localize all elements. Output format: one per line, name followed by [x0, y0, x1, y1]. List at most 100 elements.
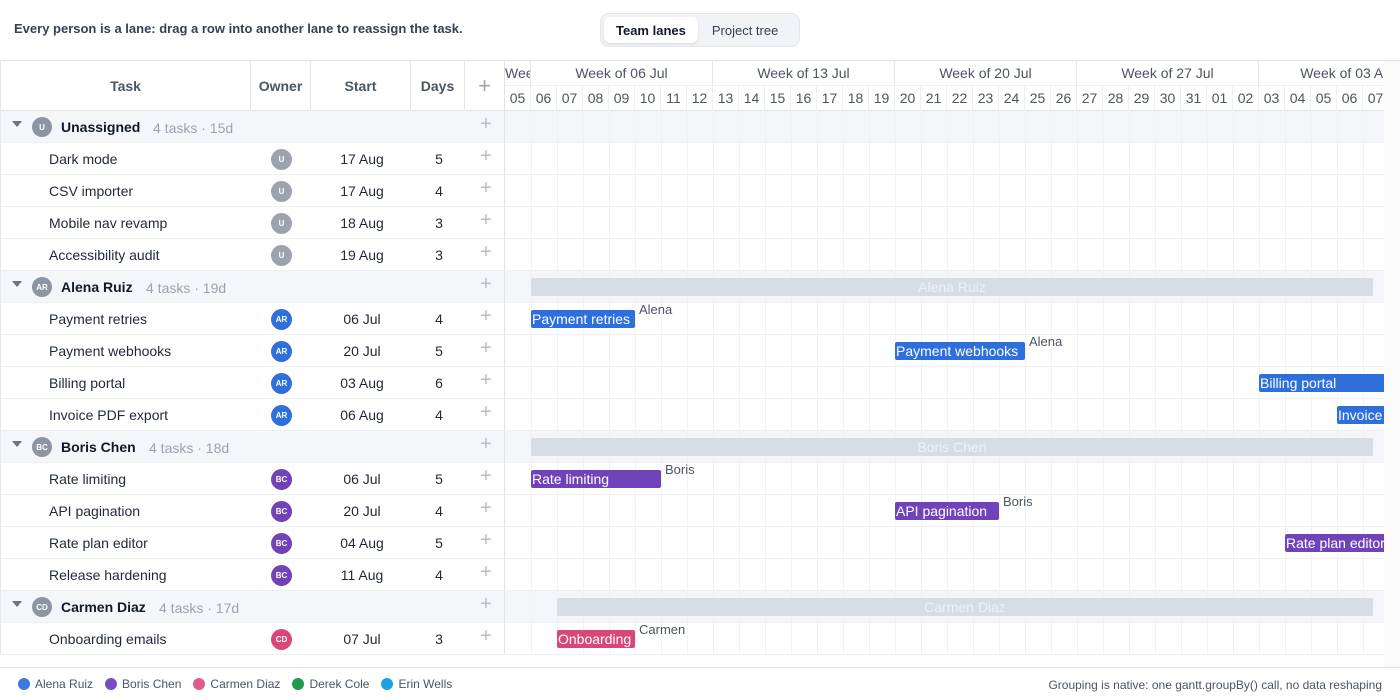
task-name[interactable]: Rate plan editor [49, 535, 148, 551]
task-name[interactable]: Mobile nav revamp [49, 215, 167, 231]
add-subtask-button[interactable]: + [466, 561, 506, 584]
task-row[interactable]: Mobile nav revamp U 18 Aug 3 + [0, 207, 505, 239]
task-name[interactable]: Payment webhooks [49, 343, 171, 359]
owner-avatar: CD [271, 629, 292, 650]
day-gridline [973, 399, 974, 430]
day-gridline [635, 559, 636, 590]
day-header: 17 [817, 86, 843, 111]
task-row[interactable]: Invoice PDF export AR 06 Aug 4 + [0, 399, 505, 431]
team-lanes-toggle[interactable]: Team lanes [604, 17, 698, 43]
column-header-days[interactable]: Days [411, 61, 465, 111]
lane-row[interactable]: CD Carmen Diaz 4 tasks · 17d + [0, 591, 505, 623]
task-row[interactable]: Release hardening BC 11 Aug 4 + [0, 559, 505, 591]
timeline-scrollbar[interactable] [1384, 61, 1400, 667]
owner-avatar: BC [271, 565, 292, 586]
task-bar[interactable]: Billing portal [1259, 374, 1400, 392]
lane-row[interactable]: BC Boris Chen 4 tasks · 18d + [0, 431, 505, 463]
task-name[interactable]: Accessibility audit [49, 247, 160, 263]
legend-swatch [18, 678, 30, 690]
day-gridline [739, 143, 740, 174]
task-row[interactable]: Rate limiting BC 06 Jul 5 + [0, 463, 505, 495]
collapse-caret-icon[interactable] [12, 601, 22, 607]
task-row[interactable]: Billing portal AR 03 Aug 6 + [0, 367, 505, 399]
lane-meta: 4 tasks · 18d [149, 440, 230, 456]
owner-avatar: BC [271, 469, 292, 490]
week-header: Week of 06 Jul [531, 61, 713, 86]
day-gridline [609, 559, 610, 590]
collapse-caret-icon[interactable] [12, 121, 22, 127]
task-row[interactable]: Onboarding emails CD 07 Jul 3 + [0, 623, 505, 655]
day-gridline [973, 303, 974, 334]
task-row[interactable]: Payment webhooks AR 20 Jul 5 + [0, 335, 505, 367]
add-task-button[interactable]: + [466, 593, 506, 616]
column-header-owner[interactable]: Owner [251, 61, 311, 111]
lane-row[interactable]: U Unassigned 4 tasks · 15d + [0, 111, 505, 143]
project-tree-toggle[interactable]: Project tree [700, 17, 790, 43]
task-name[interactable]: Release hardening [49, 567, 167, 583]
task-name[interactable]: Invoice PDF export [49, 407, 168, 423]
add-subtask-button[interactable]: + [466, 177, 506, 200]
day-gridline [765, 175, 766, 206]
task-days: 5 [435, 471, 443, 487]
day-gridline [1233, 399, 1234, 430]
task-row[interactable]: Payment retries AR 06 Jul 4 + [0, 303, 505, 335]
add-task-button[interactable]: + [466, 273, 506, 296]
gantt-app: Every person is a lane: drag a row into … [0, 0, 1400, 700]
add-subtask-button[interactable]: + [466, 529, 506, 552]
add-task-button[interactable]: + [466, 113, 506, 136]
day-gridline [1233, 143, 1234, 174]
add-subtask-button[interactable]: + [466, 337, 506, 360]
day-gridline [557, 143, 558, 174]
day-gridline [921, 111, 922, 142]
task-row[interactable]: Rate plan editor BC 04 Aug 5 + [0, 527, 505, 559]
task-name[interactable]: Dark mode [49, 151, 117, 167]
day-gridline [921, 175, 922, 206]
add-subtask-button[interactable]: + [466, 465, 506, 488]
day-gridline [713, 623, 714, 654]
day-gridline [1207, 623, 1208, 654]
add-subtask-button[interactable]: + [466, 401, 506, 424]
task-row[interactable]: Accessibility audit U 19 Aug 3 + [0, 239, 505, 271]
add-subtask-button[interactable]: + [466, 369, 506, 392]
task-name[interactable]: Rate limiting [49, 471, 126, 487]
day-gridline [843, 335, 844, 366]
day-gridline [869, 463, 870, 494]
task-name[interactable]: Billing portal [49, 375, 125, 391]
day-header: 04 [1285, 86, 1311, 111]
add-subtask-button[interactable]: + [466, 625, 506, 648]
task-timeline-row [505, 559, 1385, 591]
day-gridline [765, 335, 766, 366]
task-row[interactable]: Dark mode U 17 Aug 5 + [0, 143, 505, 175]
task-row[interactable]: API pagination BC 20 Jul 4 + [0, 495, 505, 527]
column-header-start[interactable]: Start [311, 61, 411, 111]
task-bar[interactable]: Payment webhooks [895, 342, 1025, 360]
day-gridline [583, 175, 584, 206]
task-bar[interactable]: Rate plan editor [1285, 534, 1400, 552]
lane-avatar: AR [32, 277, 52, 297]
task-bar[interactable]: Onboarding emails [557, 630, 635, 648]
lane-row[interactable]: AR Alena Ruiz 4 tasks · 19d + [0, 271, 505, 303]
task-row[interactable]: CSV importer U 17 Aug 4 + [0, 175, 505, 207]
add-subtask-button[interactable]: + [466, 241, 506, 264]
collapse-caret-icon[interactable] [12, 281, 22, 287]
add-task-button[interactable]: + [466, 433, 506, 456]
add-task-header-button[interactable]: + [465, 61, 505, 111]
day-header: 14 [739, 86, 765, 111]
add-subtask-button[interactable]: + [466, 145, 506, 168]
collapse-caret-icon[interactable] [12, 441, 22, 447]
task-name[interactable]: Onboarding emails [49, 631, 167, 647]
day-gridline [843, 527, 844, 558]
add-subtask-button[interactable]: + [466, 305, 506, 328]
add-subtask-button[interactable]: + [466, 497, 506, 520]
day-gridline [713, 239, 714, 270]
task-bar[interactable]: API pagination [895, 502, 999, 520]
task-name[interactable]: Payment retries [49, 311, 147, 327]
top-bar: Every person is a lane: drag a row into … [0, 0, 1400, 60]
task-bar[interactable]: Rate limiting [531, 470, 661, 488]
add-subtask-button[interactable]: + [466, 209, 506, 232]
task-name[interactable]: CSV importer [49, 183, 133, 199]
task-bar[interactable]: Payment retries [531, 310, 635, 328]
day-gridline [661, 143, 662, 174]
task-name[interactable]: API pagination [49, 503, 140, 519]
column-header-task[interactable]: Task [0, 61, 251, 111]
